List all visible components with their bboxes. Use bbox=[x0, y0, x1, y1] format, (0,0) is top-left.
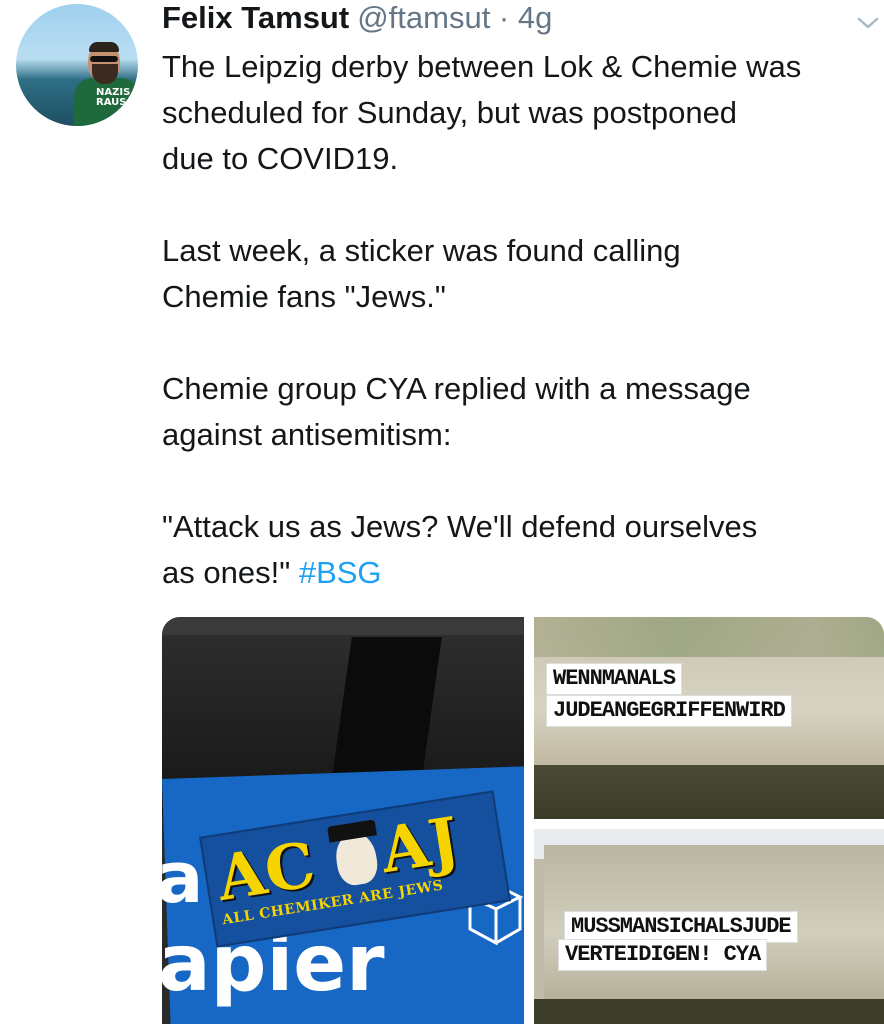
media-grid: a apier AC AJ ALL CHEMIKER ARE JEWS WENN… bbox=[162, 617, 884, 1024]
container-letter: a bbox=[162, 837, 204, 919]
sticker-right-text: AJ bbox=[375, 802, 464, 888]
tweet-line: scheduled for Sunday, but was postponed bbox=[162, 95, 738, 130]
tweet-line: "Attack us as Jews? We'll defend ourselv… bbox=[162, 509, 758, 544]
tweet-line: Chemie group CYA replied with a message bbox=[162, 371, 751, 406]
tweet-line-last-text: as ones!" bbox=[162, 555, 291, 590]
avatar-shirt-text: NAZIS RAUS bbox=[96, 88, 130, 108]
banner-line-1: WENNMANALS bbox=[546, 663, 683, 695]
photo-sticker[interactable]: a apier AC AJ ALL CHEMIKER ARE JEWS bbox=[162, 617, 524, 1024]
hashtag-link[interactable]: #BSG bbox=[299, 555, 382, 590]
ground bbox=[534, 999, 884, 1024]
avatar-hair bbox=[89, 42, 119, 52]
chevron-down-icon[interactable] bbox=[856, 14, 880, 32]
bin-lid bbox=[162, 617, 524, 635]
avatar[interactable]: NAZIS RAUS bbox=[16, 4, 138, 126]
tweet-text: The Leipzig derby between Lok & Chemie w… bbox=[162, 44, 884, 596]
tweet-header: Felix Tamsut @ftamsut · 4g bbox=[162, 0, 552, 44]
author-name[interactable]: Felix Tamsut bbox=[162, 0, 349, 36]
author-handle-time[interactable]: @ftamsut · 4g bbox=[357, 0, 552, 36]
photo-banner-1[interactable]: WENNMANALS JUDEANGEGRIFFENWIRD bbox=[534, 617, 884, 819]
tweet-line: Last week, a sticker was found calling bbox=[162, 233, 681, 268]
photo-banner-2[interactable]: MUSSMANSICHALSJUDE VERTEIDIGEN! CYA bbox=[534, 829, 884, 1024]
tweet-line: Chemie fans "Jews." bbox=[162, 279, 446, 314]
tweet-line: against antisemitism: bbox=[162, 417, 452, 452]
tweet-line: due to COVID19. bbox=[162, 141, 399, 176]
tweet-line-last: as ones!" #BSG bbox=[162, 550, 884, 596]
avatar-sunglasses bbox=[90, 56, 118, 62]
avatar-shirt-text-line-2: RAUS bbox=[96, 97, 127, 108]
banner-line-2: VERTEIDIGEN! CYA bbox=[558, 939, 768, 971]
tweet-line: The Leipzig derby between Lok & Chemie w… bbox=[162, 49, 802, 84]
moss bbox=[534, 617, 884, 657]
banner-line-2: JUDEANGEGRIFFENWIRD bbox=[546, 695, 792, 727]
ground bbox=[534, 765, 884, 819]
